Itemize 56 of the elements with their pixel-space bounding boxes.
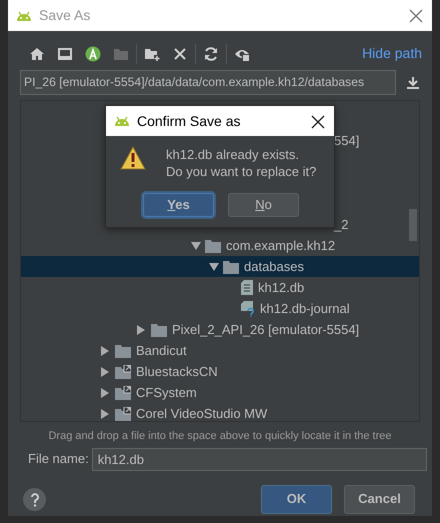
folder-icon <box>115 344 131 358</box>
toolbar-button[interactable] <box>84 44 102 62</box>
collapsed-arrow-icon[interactable] <box>101 388 109 398</box>
tree-item-label[interactable]: com.example.kh12 <box>226 236 336 256</box>
dialog-title: Confirm Save as <box>137 112 240 130</box>
field-label: File name: <box>28 450 89 468</box>
collapsed-arrow-icon[interactable] <box>101 366 109 376</box>
dialog-button[interactable]: Yes <box>143 193 214 217</box>
android-studio-icon <box>85 46 101 62</box>
dialog-button[interactable]: OK <box>261 484 332 514</box>
folder-shortcut-icon <box>115 386 131 400</box>
android-icon <box>14 10 32 22</box>
folder-icon <box>151 322 167 336</box>
tree-item-label[interactable]: kh12.db <box>258 278 304 298</box>
file-name-field[interactable]: kh12.db <box>92 448 427 470</box>
close-icon <box>310 114 324 129</box>
close-icon <box>408 9 422 24</box>
home-icon <box>29 46 45 62</box>
folder-icon <box>205 238 221 252</box>
tree-item-label[interactable]: databases <box>244 256 304 276</box>
message-text: Do you want to replace it? <box>166 163 316 180</box>
collapsed-arrow-icon[interactable] <box>101 408 109 418</box>
scrollbar-thumb[interactable] <box>409 209 417 241</box>
help-icon <box>30 492 40 507</box>
expanded-arrow-icon[interactable] <box>209 262 219 270</box>
tree-item-label[interactable]: CFSystem <box>136 382 197 402</box>
tree-item-label[interactable]: BluestacksCN <box>136 362 218 382</box>
dialog-button[interactable]: Cancel <box>344 484 415 514</box>
download-icon[interactable] <box>406 76 420 90</box>
delete-icon <box>172 46 188 62</box>
message-text: kh12.db already exists. <box>166 146 300 163</box>
hide-path-link[interactable]: Hide path <box>362 43 422 64</box>
tree-item-label[interactable]: 554] <box>334 130 360 150</box>
toolbar-button[interactable] <box>202 44 220 62</box>
android-icon <box>112 115 130 127</box>
folder-shortcut-icon <box>115 406 131 420</box>
unknown-file-icon <box>241 300 255 316</box>
monitor-icon <box>57 46 73 62</box>
tree-item-label[interactable]: _2 <box>334 214 348 234</box>
hint-text: Drag and drop a file into the space above to quickly locate it in the tree <box>47 429 393 444</box>
help-button[interactable] <box>23 488 46 510</box>
folder-shortcut-icon <box>115 364 131 378</box>
collapsed-arrow-icon[interactable] <box>137 324 145 334</box>
refresh-icon <box>203 46 219 62</box>
path-field[interactable]: PI_26 [emulator-5554]/data/data/com.example.kh12/databases <box>20 70 396 95</box>
folder-icon <box>223 260 239 274</box>
collapsed-arrow-icon[interactable] <box>101 346 109 356</box>
tree-item-label[interactable]: kh12.db-journal <box>260 298 350 318</box>
expanded-arrow-icon[interactable] <box>191 242 201 250</box>
window-title: Save As <box>39 6 90 25</box>
warning-icon <box>120 146 146 170</box>
tree-item-label[interactable]: Corel VideoStudio MW <box>136 404 268 421</box>
tree-item-label[interactable]: Bandicut <box>136 340 187 360</box>
tree-item-label[interactable]: Pixel_2_API_26 [emulator-5554] <box>172 320 360 340</box>
dialog-button[interactable]: No <box>228 193 299 217</box>
file-icon <box>241 280 253 295</box>
